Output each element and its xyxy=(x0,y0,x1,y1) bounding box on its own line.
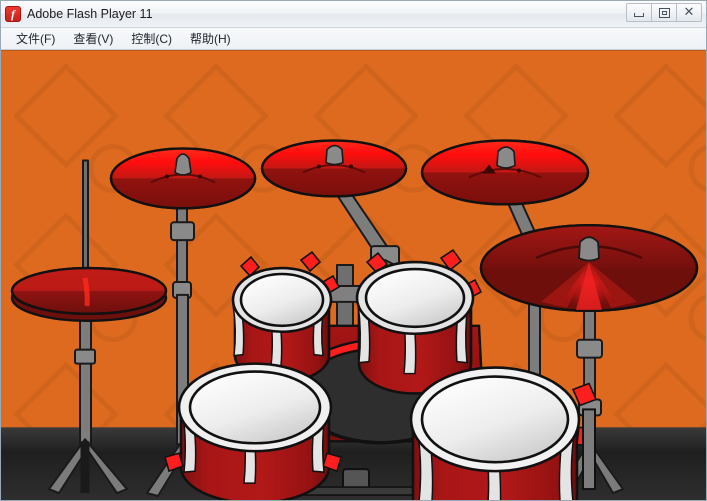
menu-file[interactable]: 文件(F) xyxy=(7,28,64,50)
window-title: Adobe Flash Player 11 xyxy=(27,7,153,21)
hi-hat-cymbal[interactable] xyxy=(10,266,168,322)
flash-stage[interactable] xyxy=(1,50,706,500)
crash-cymbal-mid[interactable] xyxy=(260,139,408,198)
menu-bar: 文件(F) 查看(V) 控制(C) 帮助(H) xyxy=(1,28,706,50)
drum-kit-illustration[interactable] xyxy=(1,51,706,500)
title-bar: f Adobe Flash Player 11 ✕ xyxy=(1,1,706,28)
menu-view[interactable]: 查看(V) xyxy=(64,28,122,50)
close-icon: ✕ xyxy=(683,5,695,20)
close-button[interactable]: ✕ xyxy=(676,3,702,22)
flash-logo-icon: f xyxy=(5,6,21,22)
minimize-button[interactable] xyxy=(626,3,652,22)
snare-drum[interactable] xyxy=(164,362,342,500)
ride-cymbal[interactable] xyxy=(479,224,699,313)
minimize-icon xyxy=(634,12,644,17)
flash-logo-glyph: f xyxy=(11,7,15,21)
window-controls: ✕ xyxy=(626,3,702,22)
menu-control[interactable]: 控制(C) xyxy=(122,28,181,50)
floor-tom-leg xyxy=(582,408,596,491)
flash-player-window: f Adobe Flash Player 11 ✕ 文件(F) 查看(V) 控制… xyxy=(0,0,707,501)
maximize-button[interactable] xyxy=(651,3,677,22)
maximize-icon xyxy=(658,7,670,18)
crash-cymbal-left[interactable] xyxy=(109,147,257,210)
menu-help[interactable]: 帮助(H) xyxy=(181,28,240,50)
crash-cymbal-right[interactable] xyxy=(420,139,590,206)
